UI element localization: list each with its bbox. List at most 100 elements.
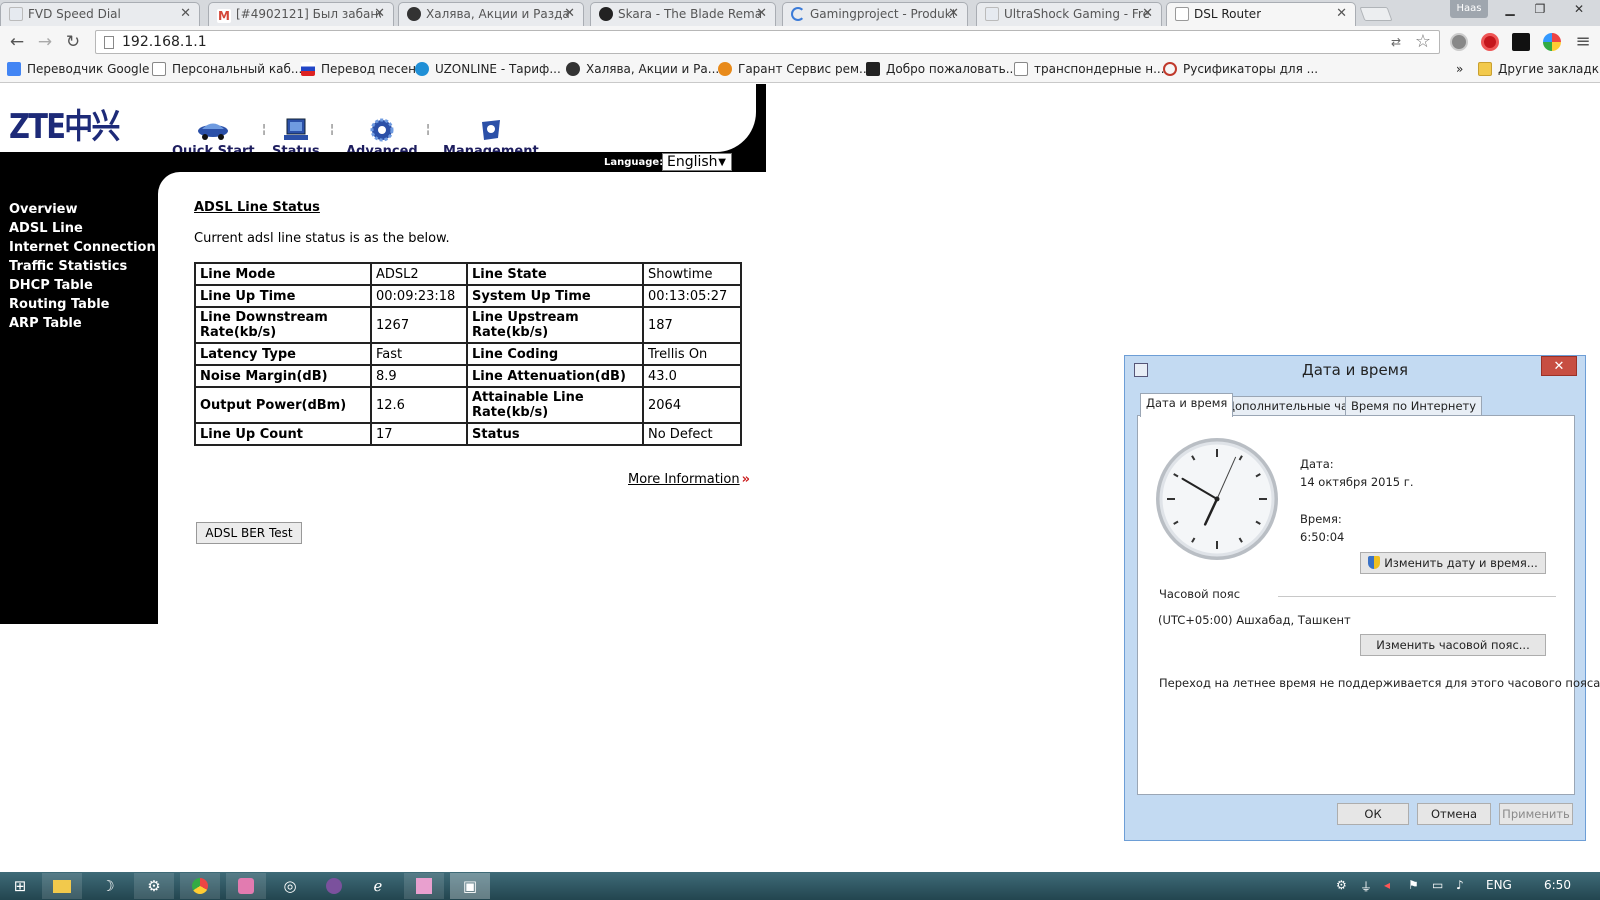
- reload-icon[interactable]: ↻: [62, 32, 84, 52]
- internet-explorer-icon[interactable]: ℯ: [358, 873, 398, 899]
- close-window-icon[interactable]: ✕: [1558, 0, 1600, 18]
- sidebar-item-overview[interactable]: Overview: [9, 202, 78, 217]
- table-row: Line Mode ADSL2 Line State Showtime: [194, 262, 742, 286]
- input-language[interactable]: ENG: [1486, 878, 1512, 892]
- tab-ultrashock[interactable]: UltraShock Gaming - Free ✕: [976, 2, 1162, 26]
- back-icon[interactable]: ←: [6, 32, 28, 52]
- bookmark-item[interactable]: Халява, Акции и Ра...: [566, 62, 719, 76]
- origin-taskbar-icon[interactable]: ◎: [270, 873, 310, 899]
- change-timezone-button[interactable]: Изменить часовой пояс...: [1360, 634, 1546, 656]
- sidebar-item-arp-table[interactable]: ARP Table: [9, 316, 82, 331]
- pink-app-icon[interactable]: [404, 873, 444, 899]
- ok-button[interactable]: ОК: [1337, 803, 1409, 825]
- steam-tray-icon[interactable]: ⚙: [1336, 878, 1347, 892]
- network-tray-icon[interactable]: ▭: [1432, 878, 1443, 892]
- translate-icon[interactable]: ⇄: [1391, 35, 1401, 49]
- tab-close-icon[interactable]: ✕: [948, 6, 959, 21]
- action-center-tray-icon[interactable]: ⚑: [1408, 878, 1419, 892]
- tab-close-icon[interactable]: ✕: [1336, 6, 1347, 21]
- datetime-taskbar-icon[interactable]: ▣: [450, 873, 490, 899]
- tab-skara[interactable]: Skara - The Blade Remain ✕: [590, 2, 776, 26]
- other-bookmarks[interactable]: Другие закладки: [1478, 62, 1600, 76]
- bookmark-item[interactable]: Добро пожаловать...: [866, 62, 1017, 76]
- tab-close-icon[interactable]: ✕: [564, 6, 575, 21]
- sidebar-item-routing-table[interactable]: Routing Table: [9, 297, 110, 312]
- cancel-button[interactable]: Отмена: [1417, 803, 1491, 825]
- usb-tray-icon[interactable]: ⏚: [1360, 878, 1372, 895]
- game-app-icon[interactable]: [226, 873, 266, 899]
- table-cell-label: System Up Time: [466, 284, 644, 308]
- tab-close-icon[interactable]: ✕: [180, 6, 191, 21]
- loading-icon: [791, 7, 805, 21]
- speaker-tray-icon[interactable]: ♪: [1456, 878, 1464, 892]
- bookmark-item[interactable]: транспондерные н...: [1014, 62, 1165, 76]
- bookmark-item[interactable]: Русификаторы для ...: [1163, 62, 1318, 76]
- uac-shield-icon: [1368, 556, 1381, 569]
- profile-badge[interactable]: Haas: [1450, 0, 1488, 18]
- forward-icon[interactable]: →: [34, 32, 56, 52]
- adsl-status-table: Line Mode ADSL2 Line State Showtime Line Up …: [194, 262, 742, 446]
- change-datetime-button[interactable]: Изменить дату и время...: [1360, 552, 1546, 574]
- tab-halyava[interactable]: Халява, Акции и Раздачи ✕: [398, 2, 584, 26]
- dialog-close-button[interactable]: ✕: [1541, 356, 1577, 376]
- home-extension-icon[interactable]: [1543, 33, 1561, 51]
- tab-close-icon[interactable]: ✕: [756, 6, 767, 21]
- volume-muted-tray-icon[interactable]: ◂: [1384, 878, 1390, 892]
- new-tab-button[interactable]: [1359, 7, 1393, 21]
- moon-app-icon[interactable]: ☽: [88, 873, 128, 899]
- bookmark-item[interactable]: Гарант Сервис рем...: [718, 62, 870, 76]
- page-icon: [104, 36, 114, 49]
- menu-icon[interactable]: ≡: [1572, 32, 1594, 52]
- tab-gmail[interactable]: M [#4902121] Был забанен ✕: [208, 2, 394, 26]
- gmail-icon: M: [217, 9, 231, 23]
- start-windows-icon[interactable]: ⊞: [0, 873, 40, 899]
- globe-extension-icon[interactable]: [1450, 33, 1468, 51]
- divider: [1278, 596, 1556, 597]
- gear-icon: [370, 118, 394, 142]
- adblock-extension-icon[interactable]: [1481, 33, 1499, 51]
- sidebar-item-traffic-statistics[interactable]: Traffic Statistics: [9, 259, 127, 274]
- tab-dsl-router[interactable]: DSL Router ✕: [1166, 2, 1356, 26]
- tab-gamingproject[interactable]: Gamingproject - Produkt ✕: [782, 2, 968, 26]
- steam-taskbar-icon[interactable]: ⚙: [134, 873, 174, 899]
- address-bar[interactable]: 192.168.1.1 ⇄ ☆: [95, 30, 1440, 54]
- chrome-taskbar-icon[interactable]: [180, 873, 220, 899]
- table-cell-label: Line State: [466, 262, 644, 286]
- minimize-icon[interactable]: ▁: [1495, 0, 1525, 18]
- tab-internet-time[interactable]: Время по Интернету: [1345, 396, 1483, 416]
- adsl-ber-test-button[interactable]: ADSL BER Test: [196, 522, 302, 544]
- bookmark-star-icon[interactable]: ☆: [1415, 31, 1431, 52]
- sidebar-item-adsl-line[interactable]: ADSL Line: [9, 221, 83, 236]
- tab-close-icon[interactable]: ✕: [374, 6, 385, 21]
- bookmark-item[interactable]: Перевод песен: [301, 62, 416, 76]
- tab-fvd-speed-dial[interactable]: FVD Speed Dial ✕: [0, 2, 200, 26]
- apply-button[interactable]: Применить: [1499, 803, 1573, 825]
- table-cell-value: 8.9: [370, 364, 468, 388]
- sidebar-item-dhcp-table[interactable]: DHCP Table: [9, 278, 93, 293]
- time-label: Время:: [1300, 512, 1342, 526]
- terminal-extension-icon[interactable]: [1512, 33, 1530, 51]
- table-cell-value: 1267: [370, 306, 468, 344]
- restore-icon[interactable]: ❐: [1525, 0, 1555, 18]
- bookmark-item[interactable]: Переводчик Google: [7, 62, 149, 76]
- speed-dial-icon: [9, 7, 23, 21]
- taskbar-clock[interactable]: 6:50: [1544, 878, 1571, 892]
- ru-icon: [1163, 62, 1177, 76]
- table-cell-label: Line Attenuation(dB): [466, 364, 644, 388]
- bookmark-item[interactable]: UZONLINE - Тариф...: [415, 62, 561, 76]
- table-cell-label: Line Mode: [194, 262, 372, 286]
- table-cell-value: Showtime: [642, 262, 742, 286]
- analog-clock: [1156, 438, 1278, 560]
- url-text: 192.168.1.1: [122, 34, 207, 50]
- table-row: Line Up Time 00:09:23:18 System Up Time 00:…: [194, 284, 742, 308]
- language-select[interactable]: English ▼: [662, 153, 732, 171]
- tab-close-icon[interactable]: ✕: [1142, 6, 1153, 21]
- file-explorer-icon[interactable]: [42, 873, 82, 899]
- viber-taskbar-icon[interactable]: [314, 873, 354, 899]
- bookmark-item[interactable]: Персональный каб...: [152, 62, 302, 76]
- more-information-link[interactable]: More Information»: [628, 472, 750, 487]
- bookmarks-overflow-icon[interactable]: »: [1456, 62, 1463, 76]
- tab-date-time[interactable]: Дата и время: [1140, 393, 1234, 417]
- sidebar-item-internet-connection[interactable]: Internet Connection: [9, 240, 156, 255]
- date-label: Дата:: [1300, 457, 1334, 471]
